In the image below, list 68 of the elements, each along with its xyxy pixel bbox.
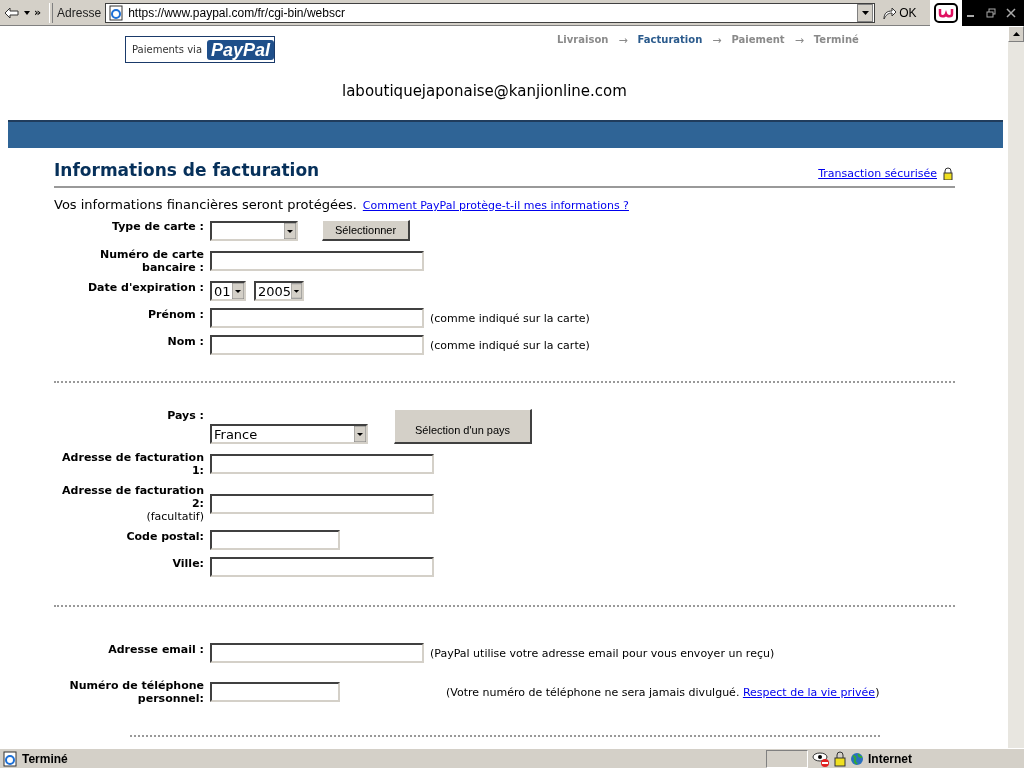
padlock-icon [943, 167, 953, 180]
field-label: Adresse de facturation 2: (facultatif) [61, 484, 204, 523]
field-label: Code postal: [125, 530, 204, 545]
step-arrow: → [618, 34, 628, 49]
card-type-dropdown[interactable] [210, 220, 298, 241]
padlock-icon [834, 751, 846, 767]
address-field[interactable]: https://www.paypal.com/fr/cgi-bin/webscr [105, 2, 876, 23]
field-label: Adresse email : [107, 643, 204, 658]
secure-transaction-link[interactable]: Transaction sécurisée [818, 167, 937, 180]
field-label: Numéro de carte bancaire : [98, 248, 204, 274]
field-hint: (comme indiqué sur la carte) [430, 311, 590, 325]
field-label: Adresse de facturation 1: [61, 451, 204, 477]
text-field[interactable] [210, 493, 434, 514]
field-label: Numéro de téléphone personnel: [68, 679, 204, 705]
text-field[interactable] [210, 308, 424, 328]
text-field[interactable] [210, 335, 424, 355]
month-dropdown[interactable]: 01 [210, 281, 246, 301]
privacy-link[interactable]: Respect de la vie privée [742, 685, 876, 699]
go-button[interactable]: OK [881, 4, 917, 21]
field-hint: (Votre numéro de téléphone ne sera jamais divulgué. Respect de la vie privée) [446, 685, 880, 699]
close-icon[interactable] [1006, 7, 1016, 18]
step-arrow: → [712, 34, 722, 49]
dropdown-caret-icon[interactable] [861, 10, 869, 15]
address-label: Adresse [57, 5, 102, 20]
status-panel [766, 750, 808, 768]
protection-info-link[interactable]: Comment PayPal protège-t-il mes informations ? [362, 199, 629, 212]
page-icon [108, 4, 125, 21]
app-logo-icon[interactable] [934, 2, 959, 23]
field-hint: (PayPal utilise votre adresse email pour vous envoyer un reçu) [430, 646, 775, 660]
merchant-email: laboutiquejaponaise@kanjionline.com [342, 82, 627, 100]
status-text: Terminé [22, 752, 69, 766]
field-hint: (comme indiqué sur la carte) [430, 338, 590, 352]
dropdown-caret-icon[interactable] [354, 426, 366, 442]
paypal-logo: Paiements via PayPal [125, 36, 275, 63]
privacy-eye-icon[interactable] [812, 751, 830, 767]
restore-icon[interactable] [986, 7, 996, 18]
back-icon[interactable] [4, 6, 20, 19]
text-field[interactable] [210, 530, 340, 550]
caret-icon[interactable] [24, 10, 30, 15]
page-title: Informations de facturation [54, 160, 320, 180]
field-label: Nom : [166, 335, 204, 350]
progress-step: Terminé [813, 34, 859, 86]
dropdown-caret-icon[interactable] [232, 283, 244, 299]
dropdown-caret-icon[interactable] [291, 283, 302, 299]
year-dropdown[interactable]: 2005 [254, 281, 304, 301]
intro-text: Vos informations financières seront protégées. [54, 197, 357, 212]
text-field[interactable] [210, 682, 340, 702]
toolbar-chevron[interactable]: » [34, 6, 42, 19]
dropdown-caret-icon[interactable] [284, 222, 296, 239]
field-label: Date d'expiration : [86, 281, 204, 296]
globe-icon [850, 752, 864, 766]
field-label: Ville: [171, 557, 204, 572]
text-field[interactable] [210, 251, 424, 271]
field-label: Type de carte : [111, 220, 204, 235]
text-field[interactable] [210, 454, 434, 474]
step-arrow: → [794, 34, 804, 49]
select-country-button[interactable]: Sélection d'un pays [394, 409, 533, 444]
scrollbar[interactable] [1008, 26, 1024, 748]
text-field[interactable] [210, 557, 434, 577]
progress-step: Facturation [637, 34, 703, 86]
security-zone: Internet [868, 752, 912, 766]
scroll-up-icon [1012, 32, 1020, 36]
text-field[interactable] [210, 643, 424, 663]
select-button[interactable]: Sélectionner [322, 220, 411, 241]
field-label: Prénom : [146, 308, 204, 323]
country-dropdown[interactable]: France [210, 424, 368, 444]
field-label: Pays : [166, 409, 204, 424]
progress-step: Paiement [731, 34, 785, 86]
